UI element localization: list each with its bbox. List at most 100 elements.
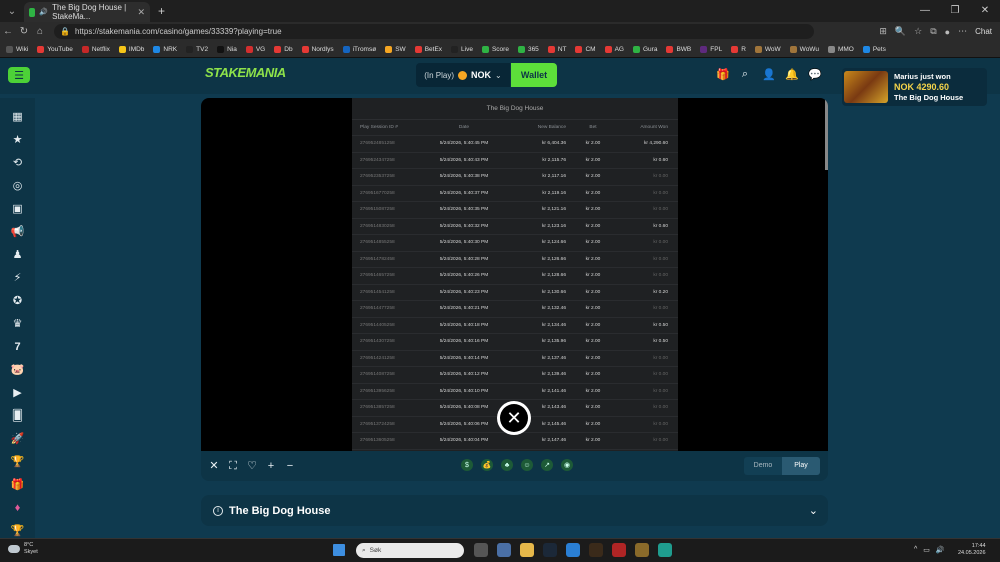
favorite-star-icon[interactable]: ☆ (914, 26, 922, 37)
tray-arrow-icon[interactable]: ^ (914, 546, 917, 554)
url-input[interactable]: 🔒 https://stakemania.com/casino/games/33… (54, 24, 814, 39)
zoom-in-icon[interactable]: + (266, 460, 276, 472)
bookmark-item[interactable]: BWB (666, 45, 691, 53)
balance-selector[interactable]: (In Play) NOK ⌄ (416, 63, 510, 87)
zoom-icon[interactable]: 🔍 (895, 26, 906, 37)
taskbar-search[interactable]: ⌕ Søk (356, 543, 464, 558)
megaphone-icon[interactable]: 📢 (11, 225, 25, 240)
site-logo[interactable]: STAKEMANIA (205, 65, 286, 80)
history-icon[interactable]: ⟲ (11, 156, 25, 171)
edge-icon[interactable] (658, 543, 672, 557)
windows-start-icon[interactable] (333, 544, 345, 556)
close-game-icon[interactable]: ✕ (209, 460, 219, 472)
chip-icon[interactable]: ✪ (11, 294, 25, 309)
bookmark-item[interactable]: BetEx (414, 45, 442, 53)
bookmark-item[interactable]: Score (481, 45, 509, 53)
bell-icon[interactable]: 🔔 (785, 68, 799, 81)
gift-icon[interactable]: 🎁 (716, 68, 730, 81)
task-view-icon[interactable] (474, 543, 488, 557)
bookmark-item[interactable]: WoWu (789, 45, 819, 53)
rocket-icon[interactable]: 🚀 (11, 432, 25, 447)
minimize-icon[interactable]: — (910, 0, 940, 22)
piggy-icon[interactable]: 🐷 (11, 363, 25, 378)
trophy-icon[interactable]: 🏆 (11, 524, 25, 539)
bookmark-item[interactable]: Db (274, 45, 293, 53)
menu-hamburger-button[interactable]: ☰ (8, 67, 30, 83)
bookmark-item[interactable]: 365 (517, 45, 539, 53)
bookmark-item[interactable]: CM (575, 45, 596, 53)
target-icon[interactable]: ◎ (11, 179, 25, 194)
winner-notification[interactable]: Marius just won NOK 4290.60 The Big Dog … (842, 68, 987, 106)
red-app-icon[interactable] (612, 543, 626, 557)
chart-up-icon[interactable]: ↗ (541, 459, 553, 471)
maximize-icon[interactable]: ❐ (940, 0, 970, 22)
bookmark-item[interactable]: iTromsø (342, 45, 376, 53)
diamond-icon[interactable]: ♦ (11, 501, 25, 516)
back-icon[interactable]: ← (0, 26, 16, 37)
new-tab-icon[interactable]: + (158, 4, 165, 18)
bookmark-item[interactable]: FPL (700, 45, 722, 53)
bookmark-item[interactable]: Pets (862, 45, 886, 53)
tab-list-icon[interactable]: ⌄ (4, 3, 20, 19)
game-info-accordion[interactable]: i The Big Dog House ⌄ (201, 495, 828, 526)
bookmark-item[interactable]: Nordlys (301, 45, 334, 53)
play-icon[interactable]: ▶ (11, 386, 25, 401)
gift-box-icon[interactable]: 🎁 (11, 478, 25, 493)
steam-icon[interactable] (543, 543, 557, 557)
seven-icon[interactable]: 7 (11, 340, 25, 355)
home-icon[interactable]: ⌂ (32, 26, 48, 37)
user-icon[interactable]: 👤 (762, 68, 776, 81)
bookmark-item[interactable]: Wiki (6, 45, 28, 53)
coins-icon[interactable]: $ (461, 459, 473, 471)
more-icon[interactable]: ⋯ (958, 26, 967, 37)
apps-icon[interactable]: ⊞ (879, 26, 887, 37)
close-tab-icon[interactable]: ✕ (137, 7, 145, 18)
bookmark-item[interactable]: Gura (633, 45, 657, 53)
search-icon[interactable]: ⌕ (739, 68, 751, 81)
game-frame[interactable]: The Big Dog House Play Session ID # Date N… (201, 98, 828, 451)
wow-icon[interactable] (635, 543, 649, 557)
clover-icon[interactable]: ♣ (501, 459, 513, 471)
chat-icon[interactable]: 💬 (808, 68, 822, 81)
bookmark-item[interactable]: Live (451, 45, 473, 53)
bookmark-item[interactable]: VG (245, 45, 265, 53)
ticket-icon[interactable]: ▣ (11, 202, 25, 217)
play-mode-button[interactable]: Play (782, 457, 820, 475)
folder-icon[interactable] (520, 543, 534, 557)
badge-icon[interactable]: ◉ (561, 459, 573, 471)
crown-app-icon[interactable] (589, 543, 603, 557)
demo-mode-button[interactable]: Demo (744, 457, 782, 475)
wallet-button[interactable]: Wallet (511, 63, 557, 87)
collections-icon[interactable]: ⧉ (930, 26, 936, 37)
heart-icon[interactable]: ♡ (247, 460, 257, 472)
bookmark-item[interactable]: SW (385, 45, 406, 53)
bookmark-item[interactable]: WoW (754, 45, 781, 53)
weather-widget[interactable]: 8°C Skyet (8, 542, 38, 556)
network-icon[interactable]: ▭ (923, 546, 930, 554)
history-scrollbar[interactable] (825, 98, 828, 170)
calendar-icon[interactable]: ▦ (11, 110, 25, 125)
volume-icon[interactable]: 🔊 (936, 546, 945, 554)
chevron-down-icon[interactable]: ⌄ (809, 504, 818, 517)
zoom-out-icon[interactable]: − (285, 460, 295, 472)
bookmark-item[interactable]: MMO (827, 45, 854, 53)
refresh-icon[interactable]: ↻ (16, 26, 32, 37)
lightning-icon[interactable]: ⚡ (11, 271, 25, 286)
browser-tab-active[interactable]: 🔊 The Big Dog House | StakeMa... ✕ (24, 2, 150, 22)
money-bag-icon[interactable]: 💰 (481, 459, 493, 471)
mail-icon[interactable] (566, 543, 580, 557)
close-window-icon[interactable]: ✕ (970, 0, 1000, 22)
bookmark-item[interactable]: Nia (217, 45, 237, 53)
speaker-icon[interactable]: 🔊 (39, 8, 48, 16)
podium-icon[interactable]: 🏆 (11, 455, 25, 470)
taskbar-clock[interactable]: 17:44 24.05.2026 (958, 543, 986, 557)
bookmark-item[interactable]: R (731, 45, 746, 53)
bookmark-item[interactable]: Netflix (81, 45, 110, 53)
monkey-icon[interactable]: ☺ (521, 459, 533, 471)
bookmark-item[interactable]: NT (547, 45, 566, 53)
crown-icon[interactable]: ♛ (11, 317, 25, 332)
copilot-chat-button[interactable]: Chat (975, 27, 992, 36)
bookmark-item[interactable]: NRK (153, 45, 177, 53)
fullscreen-icon[interactable]: ⛶ (228, 460, 238, 472)
calculator-icon[interactable] (497, 543, 511, 557)
